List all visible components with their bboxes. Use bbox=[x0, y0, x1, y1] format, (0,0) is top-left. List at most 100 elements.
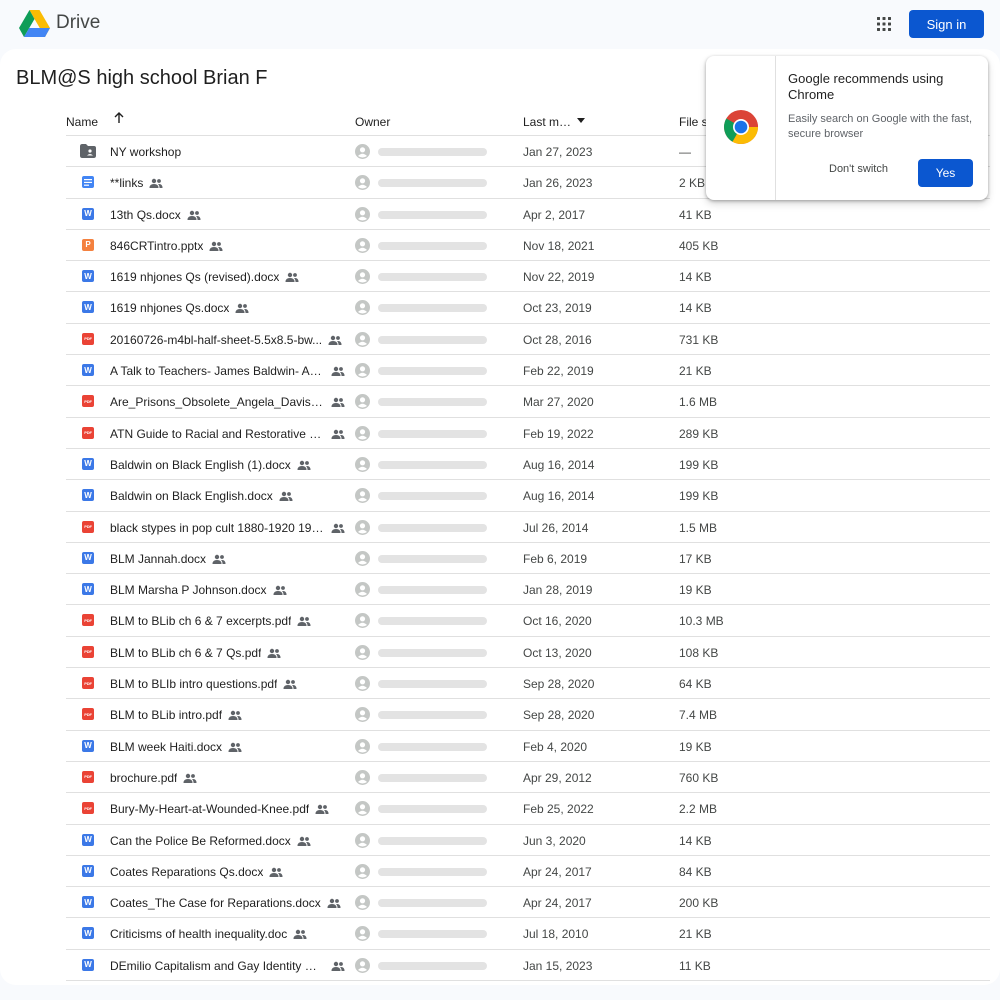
file-size: 14 KB bbox=[679, 833, 712, 848]
file-name-cell[interactable]: Bury-My-Heart-at-Wounded-Knee.pdf bbox=[110, 802, 329, 816]
pdf-icon: PDF bbox=[82, 332, 94, 345]
file-row[interactable]: W Can the Police Be Reformed.docx Jun 3, 2… bbox=[66, 825, 990, 856]
file-row[interactable]: PDF BLM to BLib ch 6 & 7 excerpts.pdf Oct … bbox=[66, 605, 990, 637]
file-row[interactable]: PDF brochure.pdf Apr 29, 2012 760 KB bbox=[66, 762, 990, 794]
google-drive-logo-icon[interactable] bbox=[19, 10, 50, 37]
google-apps-icon[interactable] bbox=[872, 12, 896, 36]
file-name-cell[interactable]: Baldwin on Black English.docx bbox=[110, 489, 293, 503]
owner-name-placeholder bbox=[378, 711, 487, 720]
yes-button[interactable]: Yes bbox=[918, 159, 973, 187]
file-name-cell[interactable]: 1619 nhjones Qs.docx bbox=[110, 301, 249, 315]
caret-down-icon[interactable] bbox=[576, 118, 586, 124]
last-modified: Apr 24, 2017 bbox=[523, 896, 592, 911]
file-row[interactable]: PDF BLM to BLib ch 6 & 7 Qs.pdf Oct 13, 20… bbox=[66, 637, 990, 669]
file-row[interactable]: PDF black stypes in pop cult 1880-1920 19… bbox=[66, 512, 990, 543]
column-header-owner[interactable]: Owner bbox=[355, 115, 390, 129]
file-row[interactable]: W Coates Reparations Qs.docx Apr 24, 2017 8… bbox=[66, 856, 990, 888]
file-name[interactable]: BLM to BLib ch 6 & 7 Qs.pdf bbox=[110, 646, 261, 660]
file-row[interactable]: PDF Are_Prisons_Obsolete_Angela_Davis.pdf… bbox=[66, 386, 990, 418]
file-name-cell[interactable]: BLM to BLib intro.pdf bbox=[110, 708, 242, 722]
file-name-cell[interactable]: BLM Marsha P Johnson.docx bbox=[110, 583, 287, 597]
file-name[interactable]: BLM to BLib intro.pdf bbox=[110, 708, 222, 722]
popup-body: Easily search on Google with the fast, s… bbox=[788, 113, 973, 140]
file-row[interactable]: PDF 20160726-m4bl-half-sheet-5.5x8.5-bw..… bbox=[66, 324, 990, 356]
file-name-cell[interactable]: ATN Guide to Racial and Restorative Jus.… bbox=[110, 427, 345, 441]
file-row[interactable]: W A Talk to Teachers- James Baldwin- Ad..… bbox=[66, 355, 990, 387]
file-row[interactable]: W Coates_The Case for Reparations.docx Apr… bbox=[66, 887, 990, 919]
file-row[interactable]: PDF BLM to BLIb intro questions.pdf Sep 28… bbox=[66, 668, 990, 700]
file-row[interactable]: PDF Bury-My-Heart-at-Wounded-Knee.pdf Feb … bbox=[66, 793, 990, 825]
file-name-cell[interactable]: 20160726-m4bl-half-sheet-5.5x8.5-bw... bbox=[110, 333, 342, 347]
file-name[interactable]: **links bbox=[110, 176, 143, 190]
sort-ascending-arrow-icon[interactable] bbox=[112, 111, 126, 125]
file-row[interactable]: W Baldwin on Black English.docx Aug 16, 20… bbox=[66, 480, 990, 512]
file-name-cell[interactable]: BLM to BLib ch 6 & 7 Qs.pdf bbox=[110, 646, 281, 660]
file-row[interactable]: W 1619 nhjones Qs.docx Oct 23, 2019 14 KB bbox=[66, 292, 990, 324]
file-name-cell[interactable]: Baldwin on Black English (1).docx bbox=[110, 458, 311, 472]
file-name-cell[interactable]: A Talk to Teachers- James Baldwin- Ad... bbox=[110, 364, 345, 378]
file-name[interactable]: BLM Marsha P Johnson.docx bbox=[110, 583, 267, 597]
file-name-cell[interactable]: black stypes in pop cult 1880-1920 197..… bbox=[110, 521, 345, 535]
file-name[interactable]: BLM to BLIb intro questions.pdf bbox=[110, 677, 277, 691]
sign-in-button[interactable]: Sign in bbox=[909, 10, 984, 38]
file-name[interactable]: Coates Reparations Qs.docx bbox=[110, 865, 263, 879]
file-row[interactable]: W Baldwin on Black English (1).docx Aug 16… bbox=[66, 449, 990, 481]
file-name-cell[interactable]: Criticisms of health inequality.doc bbox=[110, 927, 307, 941]
file-name-cell[interactable]: DEmilio Capitalism and Gay Identity Qs..… bbox=[110, 959, 345, 973]
file-row[interactable]: W 13th Qs.docx Apr 2, 2017 41 KB bbox=[66, 199, 990, 230]
file-name[interactable]: BLM to BLib ch 6 & 7 excerpts.pdf bbox=[110, 614, 291, 628]
file-row[interactable]: W DEmilio Capitalism and Gay Identity Qs.… bbox=[66, 950, 990, 982]
file-name-cell[interactable]: **links bbox=[110, 176, 163, 190]
file-name[interactable]: brochure.pdf bbox=[110, 771, 177, 785]
file-row[interactable]: W Criticisms of health inequality.doc Jul … bbox=[66, 918, 990, 950]
file-name-cell[interactable]: BLM week Haiti.docx bbox=[110, 740, 242, 754]
column-header-last-modified[interactable]: Last m… bbox=[523, 115, 571, 129]
file-row[interactable]: W BLM week Haiti.docx Feb 4, 2020 19 KB bbox=[66, 731, 990, 762]
file-row[interactable]: PDF BLM to BLib intro.pdf Sep 28, 2020 7.4 … bbox=[66, 699, 990, 731]
dont-switch-button[interactable]: Don't switch bbox=[829, 163, 888, 175]
file-name[interactable]: Coates_The Case for Reparations.docx bbox=[110, 896, 321, 910]
file-name[interactable]: NY workshop bbox=[110, 145, 181, 159]
file-name-cell[interactable]: Can the Police Be Reformed.docx bbox=[110, 834, 311, 848]
file-name-cell[interactable]: brochure.pdf bbox=[110, 771, 197, 785]
file-name[interactable]: ATN Guide to Racial and Restorative Jus.… bbox=[110, 427, 325, 441]
file-name[interactable]: 1619 nhjones Qs (revised).docx bbox=[110, 270, 279, 284]
file-name-cell[interactable]: Are_Prisons_Obsolete_Angela_Davis.pdf bbox=[110, 395, 345, 409]
file-name-cell[interactable]: BLM to BLIb intro questions.pdf bbox=[110, 677, 297, 691]
file-row[interactable]: W 1619 nhjones Qs (revised).docx Nov 22, 2… bbox=[66, 261, 990, 293]
column-header-file-size[interactable]: File s bbox=[679, 115, 708, 129]
file-name[interactable]: 13th Qs.docx bbox=[110, 208, 181, 222]
file-name[interactable]: A Talk to Teachers- James Baldwin- Ad... bbox=[110, 364, 325, 378]
file-name[interactable]: Criticisms of health inequality.doc bbox=[110, 927, 287, 941]
word-doc-icon: W bbox=[82, 207, 94, 220]
file-name[interactable]: DEmilio Capitalism and Gay Identity Qs..… bbox=[110, 959, 325, 973]
file-size: 19 KB bbox=[679, 739, 712, 754]
file-name-cell[interactable]: BLM to BLib ch 6 & 7 excerpts.pdf bbox=[110, 614, 311, 628]
file-name[interactable]: BLM week Haiti.docx bbox=[110, 740, 222, 754]
file-name-cell[interactable]: Coates_The Case for Reparations.docx bbox=[110, 896, 341, 910]
file-name-cell[interactable]: BLM Jannah.docx bbox=[110, 552, 226, 566]
file-row[interactable]: PDF ATN Guide to Racial and Restorative J… bbox=[66, 418, 990, 449]
file-name[interactable]: Can the Police Be Reformed.docx bbox=[110, 834, 291, 848]
column-header-name[interactable]: Name bbox=[66, 115, 98, 129]
file-name[interactable]: 1619 nhjones Qs.docx bbox=[110, 301, 229, 315]
file-name[interactable]: 846CRTintro.pptx bbox=[110, 239, 203, 253]
file-name[interactable]: Baldwin on Black English (1).docx bbox=[110, 458, 291, 472]
file-name-cell[interactable]: 13th Qs.docx bbox=[110, 208, 201, 222]
file-row[interactable]: P 846CRTintro.pptx Nov 18, 2021 405 KB bbox=[66, 230, 990, 262]
owner-name-placeholder bbox=[378, 836, 487, 845]
file-name-cell[interactable]: Coates Reparations Qs.docx bbox=[110, 865, 283, 879]
last-modified: Oct 13, 2020 bbox=[523, 645, 592, 660]
file-name[interactable]: BLM Jannah.docx bbox=[110, 552, 206, 566]
file-name[interactable]: black stypes in pop cult 1880-1920 197..… bbox=[110, 521, 325, 535]
shared-people-icon bbox=[331, 961, 345, 971]
file-name[interactable]: Bury-My-Heart-at-Wounded-Knee.pdf bbox=[110, 802, 309, 816]
file-row[interactable]: W BLM Marsha P Johnson.docx Jan 28, 2019 19… bbox=[66, 574, 990, 606]
file-name[interactable]: Baldwin on Black English.docx bbox=[110, 489, 273, 503]
file-name-cell[interactable]: 846CRTintro.pptx bbox=[110, 239, 223, 253]
file-name-cell[interactable]: NY workshop bbox=[110, 145, 181, 159]
file-name[interactable]: Are_Prisons_Obsolete_Angela_Davis.pdf bbox=[110, 395, 325, 409]
file-name[interactable]: 20160726-m4bl-half-sheet-5.5x8.5-bw... bbox=[110, 333, 322, 347]
file-name-cell[interactable]: 1619 nhjones Qs (revised).docx bbox=[110, 270, 299, 284]
file-row[interactable]: W BLM Jannah.docx Feb 6, 2019 17 KB bbox=[66, 543, 990, 575]
